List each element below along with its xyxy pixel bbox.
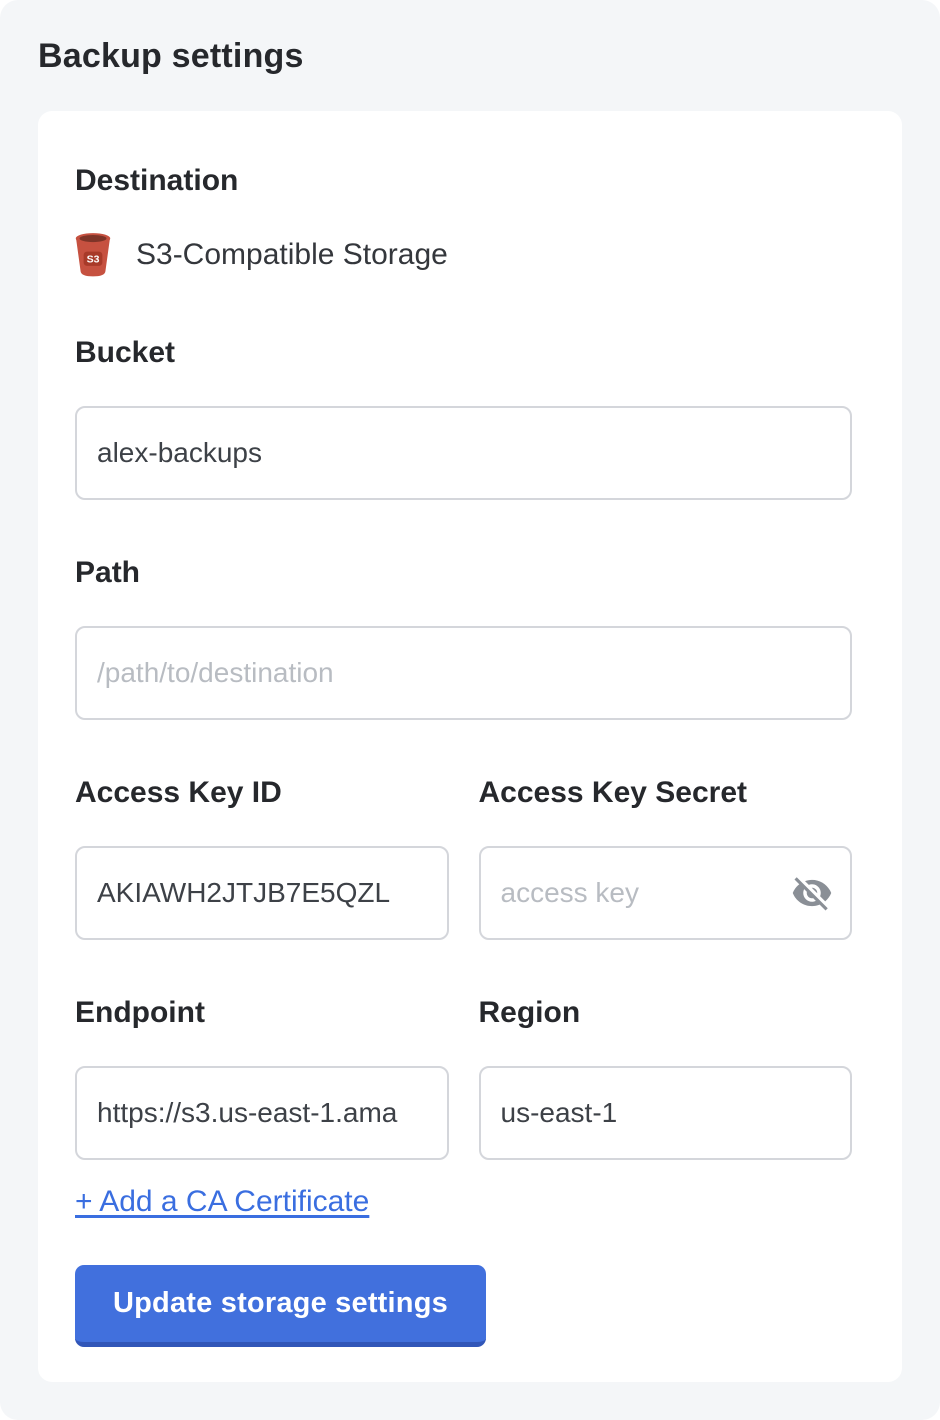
destination-label: Destination	[75, 163, 852, 199]
access-key-id-input[interactable]	[75, 846, 449, 940]
bucket-label: Bucket	[75, 335, 852, 371]
svg-text:S3: S3	[87, 254, 100, 266]
update-storage-settings-button[interactable]: Update storage settings	[75, 1265, 486, 1347]
bucket-field: Bucket	[75, 335, 852, 500]
bucket-input[interactable]	[75, 406, 852, 500]
s3-bucket-icon: S3	[75, 232, 111, 278]
add-ca-certificate-link[interactable]: + Add a CA Certificate	[75, 1185, 369, 1219]
path-input[interactable]	[75, 626, 852, 720]
destination-row: S3 S3-Compatible Storage	[75, 231, 852, 279]
page-title: Backup settings	[38, 36, 902, 76]
backup-settings-card: Destination S3 S3-Compatible Storage Buc…	[38, 111, 902, 1382]
eye-off-icon	[791, 872, 833, 914]
backup-settings-page: Backup settings Destination S3 S3-Compat…	[0, 0, 940, 1420]
region-input[interactable]	[479, 1066, 853, 1160]
endpoint-field: Endpoint	[75, 995, 449, 1160]
region-field: Region	[479, 995, 853, 1160]
path-label: Path	[75, 555, 852, 591]
access-keys-row: Access Key ID Access Key Secret	[75, 775, 852, 995]
region-label: Region	[479, 995, 853, 1031]
toggle-secret-visibility-button[interactable]	[786, 867, 838, 919]
access-key-id-field: Access Key ID	[75, 775, 449, 940]
access-key-secret-label: Access Key Secret	[479, 775, 853, 811]
endpoint-input[interactable]	[75, 1066, 449, 1160]
endpoint-label: Endpoint	[75, 995, 449, 1031]
path-field: Path	[75, 555, 852, 720]
access-key-id-label: Access Key ID	[75, 775, 449, 811]
destination-value: S3-Compatible Storage	[136, 237, 448, 273]
access-key-secret-field: Access Key Secret	[479, 775, 853, 940]
endpoint-region-row: Endpoint Region	[75, 995, 852, 1185]
